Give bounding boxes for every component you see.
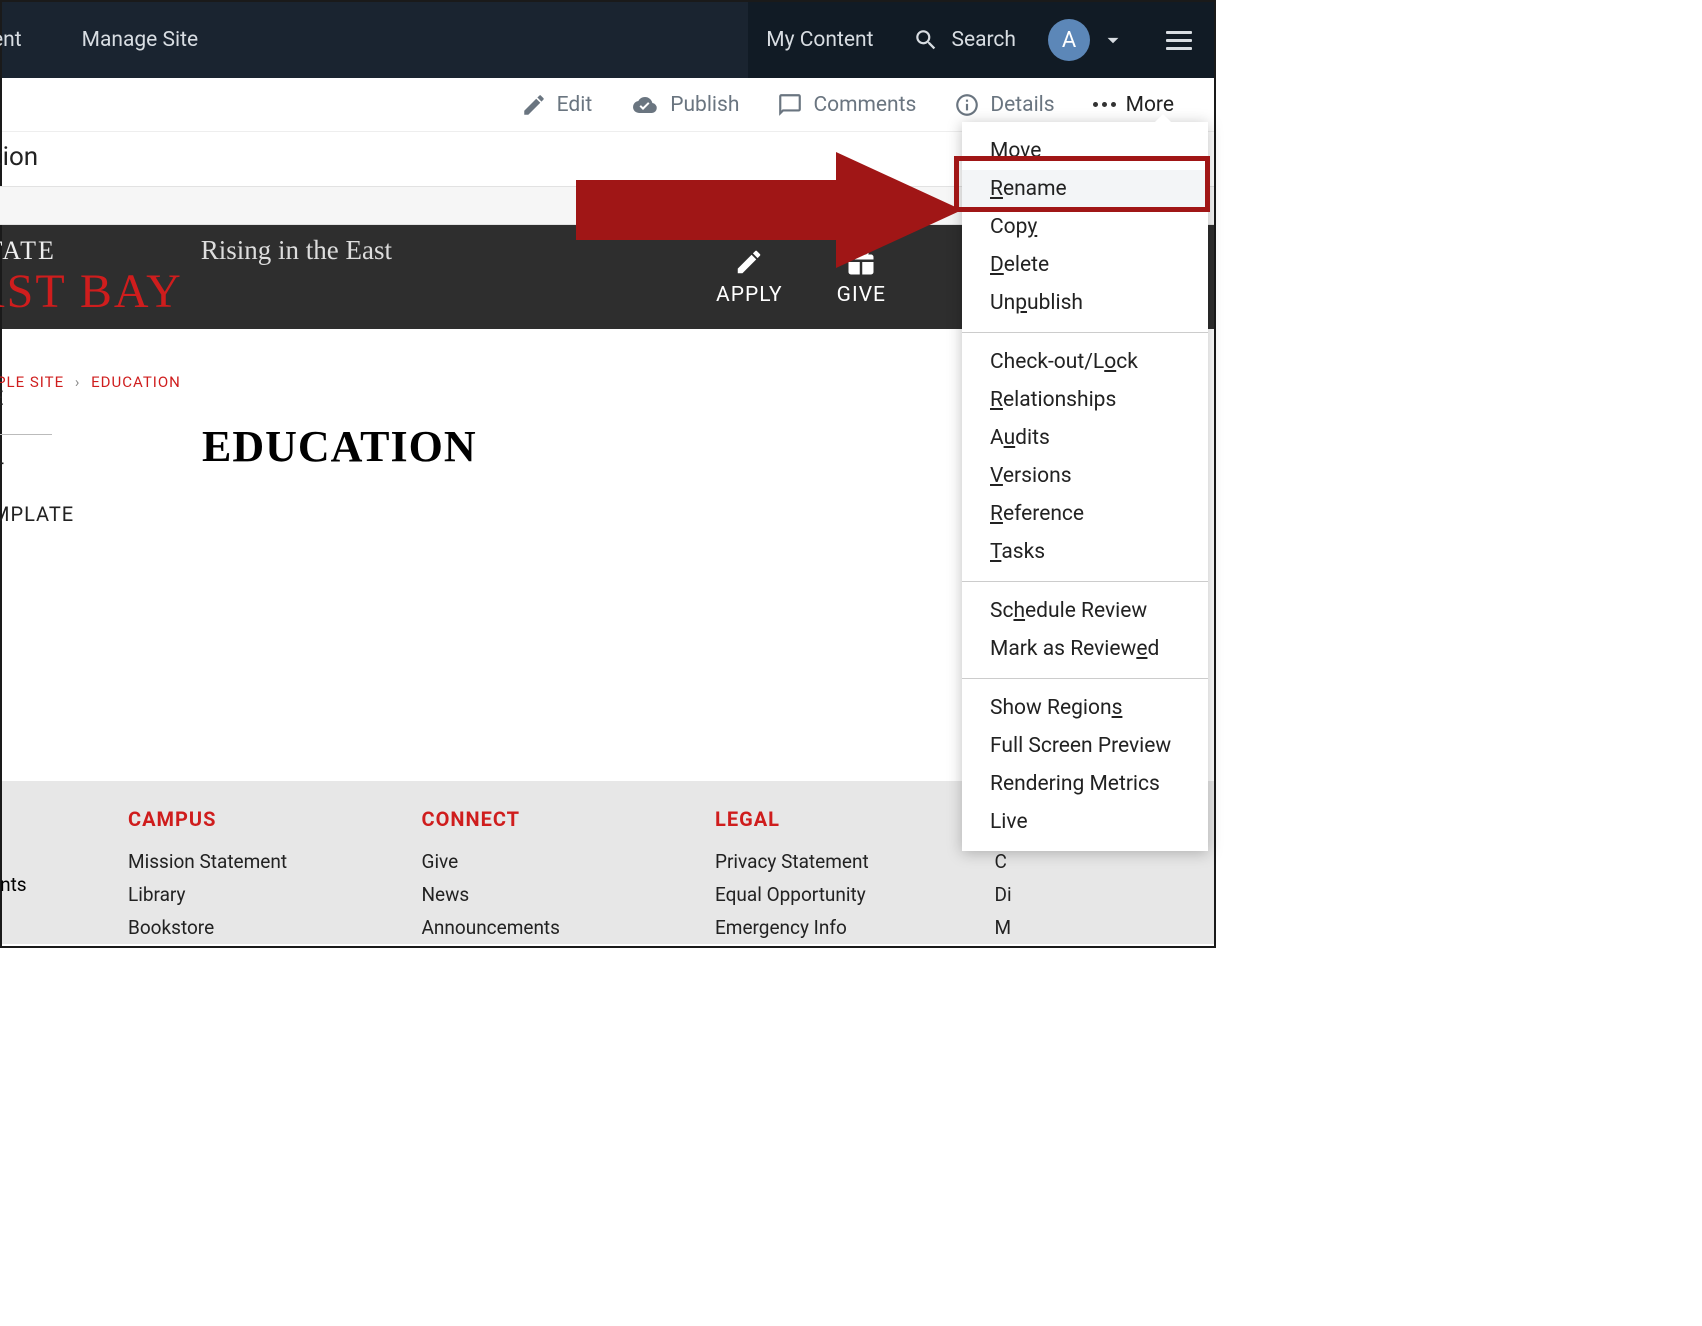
dots-icon: [1093, 102, 1116, 107]
pencil-icon: [521, 92, 547, 118]
dropdown-item-reference[interactable]: Reference: [962, 495, 1208, 533]
footer-stub: ents: [0, 873, 27, 896]
details-button[interactable]: Details: [954, 92, 1054, 118]
nav-link-partial[interactable]: ent: [0, 28, 30, 52]
dropdown-item-delete[interactable]: Delete: [962, 246, 1208, 284]
logo-tagline: Rising in the East: [201, 235, 392, 266]
more-label: More: [1126, 93, 1174, 117]
publish-label: Publish: [670, 93, 739, 117]
footer-link[interactable]: Mission Statement: [128, 845, 348, 878]
footer-link[interactable]: Di: [995, 878, 1215, 911]
footer-link[interactable]: Announcements: [422, 911, 642, 944]
dropdown-item-copy[interactable]: Copy: [962, 208, 1208, 246]
nav-link-my-content[interactable]: My Content: [758, 28, 881, 52]
footer-link[interactable]: M: [995, 911, 1215, 944]
dropdown-item-schedule-review[interactable]: Schedule Review: [962, 592, 1208, 630]
pencil-icon: [734, 247, 764, 277]
footer-link[interactable]: Equal Opportunity: [715, 878, 935, 911]
dropdown-item-show-regions[interactable]: Show Regions: [962, 689, 1208, 727]
footer-link[interactable]: Bookstore: [128, 911, 348, 944]
app-topbar: ent Manage Site My Content Search A: [2, 2, 1214, 78]
sidebar-fragment-t[interactable]: T: [0, 458, 5, 482]
dropdown-item-versions[interactable]: Versions: [962, 457, 1208, 495]
footer-link[interactable]: Give: [422, 845, 642, 878]
crumb-separator: ›: [69, 373, 87, 391]
apply-label: APPLY: [716, 283, 783, 307]
logo-main-text: AST BAY: [0, 264, 183, 319]
dropdown-item-tasks[interactable]: Tasks: [962, 533, 1208, 571]
comments-button[interactable]: Comments: [777, 92, 916, 118]
details-label: Details: [990, 93, 1054, 117]
footer-link[interactable]: News: [422, 878, 642, 911]
dropdown-item-unpublish[interactable]: Unpublish: [962, 284, 1208, 322]
more-dropdown: MoveRenameCopyDeleteUnpublish Check-out/…: [962, 122, 1208, 851]
account-menu[interactable]: A: [1048, 19, 1126, 61]
dropdown-item-live[interactable]: Live: [962, 803, 1208, 841]
apply-button[interactable]: APPLY: [716, 247, 783, 307]
publish-button[interactable]: Publish: [630, 93, 739, 117]
hamburger-menu[interactable]: [1166, 31, 1192, 50]
footer-legal-title: LEGAL: [715, 807, 935, 831]
footer-campus-title: CAMPUS: [128, 807, 348, 831]
search-label: Search: [951, 28, 1016, 52]
dropdown-item-rename[interactable]: Rename: [962, 170, 1208, 208]
logo-top-text: STATE: [0, 236, 183, 266]
dropdown-item-rendering-metrics[interactable]: Rendering Metrics: [962, 765, 1208, 803]
edit-button[interactable]: Edit: [521, 92, 593, 118]
dropdown-item-audits[interactable]: Audits: [962, 419, 1208, 457]
cloud-check-icon: [630, 93, 660, 117]
more-button[interactable]: More: [1093, 93, 1174, 117]
give-button[interactable]: GIVE: [837, 247, 886, 307]
search-icon: [913, 27, 939, 53]
footer-connect-title: CONNECT: [422, 807, 642, 831]
dropdown-item-move[interactable]: Move: [962, 132, 1208, 170]
dropdown-item-relationships[interactable]: Relationships: [962, 381, 1208, 419]
chevron-down-icon: [1100, 27, 1126, 53]
footer-link[interactable]: Library: [128, 878, 348, 911]
sidebar-fragment-mplate[interactable]: MPLATE: [0, 502, 74, 526]
edit-label: Edit: [557, 93, 593, 117]
dropdown-item-full-screen-preview[interactable]: Full Screen Preview: [962, 727, 1208, 765]
dropdown-item-check-out-lock[interactable]: Check-out/Lock: [962, 343, 1208, 381]
search-button[interactable]: Search: [913, 27, 1016, 53]
footer-link[interactable]: Privacy Statement: [715, 845, 935, 878]
site-logo[interactable]: STATE AST BAY Rising in the East: [0, 235, 392, 319]
nav-link-manage-site[interactable]: Manage Site: [74, 28, 207, 52]
crumb-current: EDUCATION: [91, 373, 181, 391]
give-label: GIVE: [837, 283, 886, 307]
info-icon: [954, 92, 980, 118]
comments-label: Comments: [813, 93, 916, 117]
avatar: A: [1048, 19, 1090, 61]
sidebar-divider: [0, 434, 52, 435]
sidebar-fragment-e: E: [0, 386, 4, 410]
footer-link[interactable]: Emergency Info: [715, 911, 935, 944]
gift-icon: [846, 247, 876, 277]
crumb-parent[interactable]: MPLE SITE: [0, 373, 64, 391]
dropdown-item-mark-as-reviewed[interactable]: Mark as Reviewed: [962, 630, 1208, 668]
comment-icon: [777, 92, 803, 118]
